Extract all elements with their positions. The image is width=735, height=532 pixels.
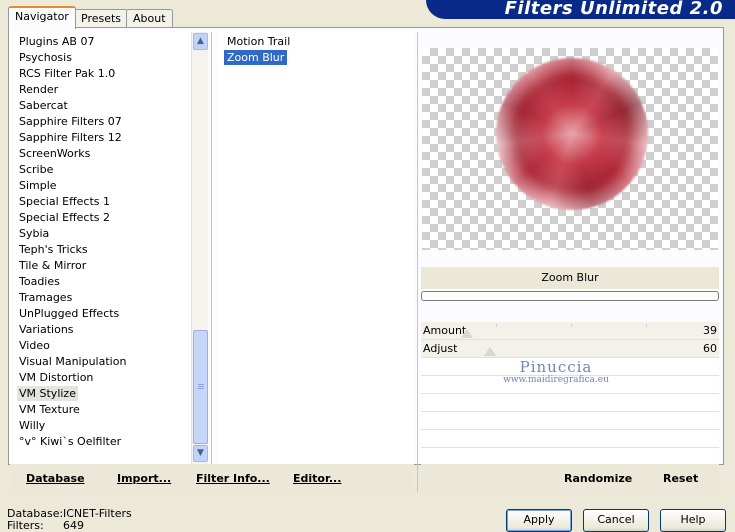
- slider-marker[interactable]: [461, 329, 473, 338]
- category-item[interactable]: ScreenWorks: [17, 146, 92, 161]
- param-value: 60: [703, 342, 717, 355]
- category-item[interactable]: Special Effects 1: [17, 194, 112, 209]
- zoom-blur-preview: [496, 58, 648, 210]
- randomize-button[interactable]: Randomize: [564, 472, 632, 485]
- tab-presets[interactable]: Presets: [74, 9, 129, 27]
- import-button[interactable]: Import...: [117, 472, 171, 485]
- category-item[interactable]: Sybia: [17, 226, 51, 241]
- category-item[interactable]: Tramages: [17, 290, 74, 305]
- category-item[interactable]: Video: [17, 338, 52, 353]
- slider-marker[interactable]: [484, 347, 496, 356]
- category-item[interactable]: Visual Manipulation: [17, 354, 128, 369]
- database-button[interactable]: Database: [26, 472, 85, 485]
- filter-item[interactable]: Motion Trail: [224, 34, 293, 49]
- scroll-up-button[interactable]: ▲: [193, 33, 208, 50]
- filter-item[interactable]: Zoom Blur: [224, 50, 288, 65]
- category-item[interactable]: Special Effects 2: [17, 210, 112, 225]
- param-row-empty: [421, 394, 719, 412]
- param-row-empty: [421, 376, 719, 394]
- reset-button[interactable]: Reset: [663, 472, 698, 485]
- param-row-empty: [421, 358, 719, 376]
- filters-count-label: Filters:: [7, 519, 44, 532]
- param-value: 39: [703, 324, 717, 337]
- category-list[interactable]: Plugins AB 07 Psychosis RCS Filter Pak 1.0…: [10, 32, 188, 464]
- category-item[interactable]: Variations: [17, 322, 76, 337]
- database-info: Database:ICNET-Filters Filters: 649: [7, 508, 132, 532]
- filter-name-bar: Zoom Blur: [421, 267, 719, 289]
- param-row-empty: [421, 430, 719, 448]
- category-item[interactable]: °v° Kiwi`s Oelfilter: [17, 434, 123, 449]
- category-item[interactable]: Plugins AB 07: [17, 34, 96, 49]
- preview-image: [422, 48, 718, 250]
- param-row-empty: [421, 412, 719, 430]
- param-row-adjust[interactable]: Adjust 60: [421, 340, 719, 358]
- title-banner: Filters Unlimited 2.0: [426, 0, 735, 19]
- divider: [211, 32, 212, 464]
- category-item[interactable]: Render: [17, 82, 60, 97]
- filters-count-value: 649: [63, 519, 84, 532]
- divider: [417, 32, 418, 492]
- category-item[interactable]: Sapphire Filters 12: [17, 130, 124, 145]
- progress-bar: [421, 291, 719, 301]
- category-item[interactable]: Sapphire Filters 07: [17, 114, 124, 129]
- editor-button[interactable]: Editor...: [293, 472, 341, 485]
- category-scrollbar[interactable]: ▲ ▼: [191, 32, 208, 464]
- scroll-down-button[interactable]: ▼: [193, 445, 208, 462]
- tool-bar-right: Randomize Reset: [421, 464, 719, 492]
- category-item[interactable]: Willy: [17, 418, 47, 433]
- filter-list[interactable]: Motion Trail Zoom Blur: [218, 32, 414, 464]
- tab-navigator[interactable]: Navigator: [8, 6, 76, 29]
- param-label: Amount: [423, 324, 467, 337]
- category-item[interactable]: Tile & Mirror: [17, 258, 88, 273]
- tab-about[interactable]: About: [126, 9, 173, 27]
- category-item[interactable]: VM Texture: [17, 402, 82, 417]
- param-label: Adjust: [423, 342, 458, 355]
- category-item[interactable]: UnPlugged Effects: [17, 306, 121, 321]
- scroll-thumb[interactable]: [193, 330, 208, 444]
- category-item[interactable]: Simple: [17, 178, 59, 193]
- tool-bar-left: Database Import... Filter Info... Editor…: [10, 464, 414, 492]
- category-item[interactable]: Scribe: [17, 162, 55, 177]
- banner-title: Filters Unlimited 2.0: [504, 0, 723, 19]
- category-item[interactable]: RCS Filter Pak 1.0: [17, 66, 117, 81]
- category-item[interactable]: VM Distortion: [17, 370, 95, 385]
- category-item[interactable]: Toadies: [17, 274, 62, 289]
- filter-info-button[interactable]: Filter Info...: [196, 472, 270, 485]
- category-item[interactable]: Teph's Tricks: [17, 242, 90, 257]
- category-item[interactable]: Psychosis: [17, 50, 74, 65]
- category-item[interactable]: Sabercat: [17, 98, 70, 113]
- param-row-amount[interactable]: Amount 39: [421, 322, 719, 340]
- category-item[interactable]: VM Stylize: [17, 386, 78, 401]
- parameter-panel: Amount 39 Adjust 60: [421, 322, 719, 466]
